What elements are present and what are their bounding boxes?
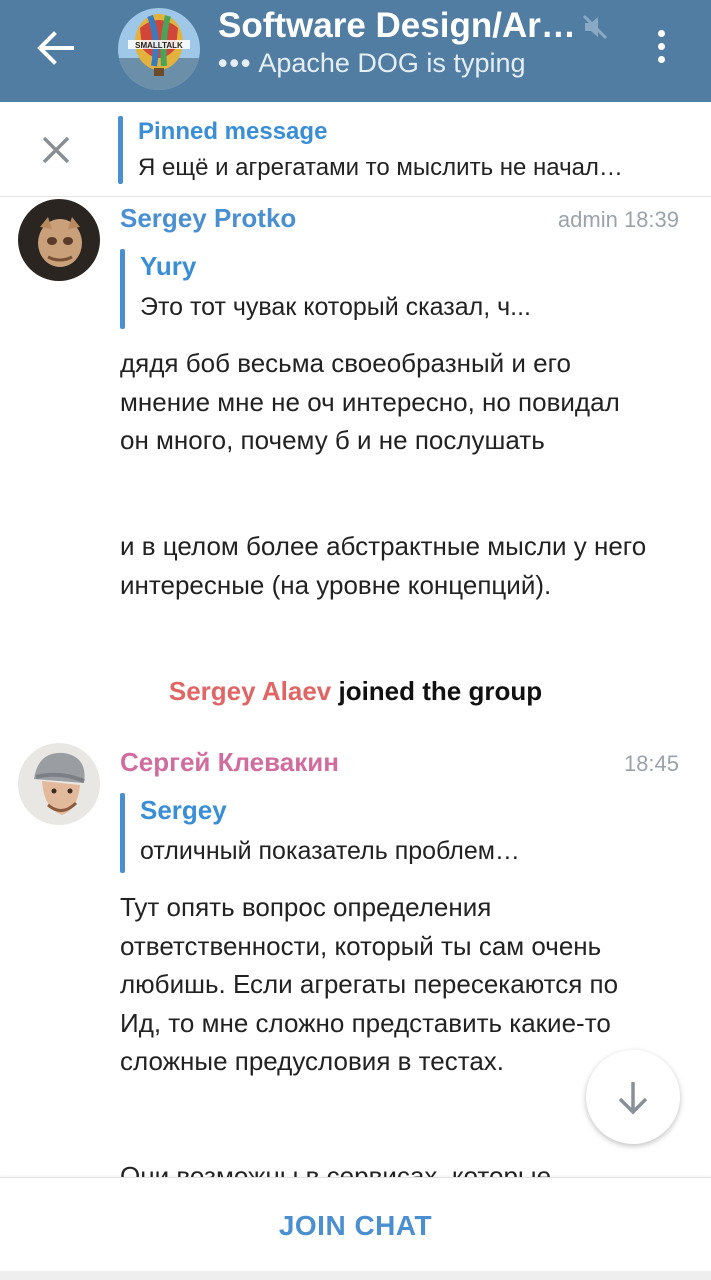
reply-accent-bar [120,249,125,329]
chat-title[interactable]: Software Design/Arc… [218,6,578,46]
joined-user-name[interactable]: Sergey Alaev [169,676,331,706]
typing-dots: ••• [218,48,253,78]
message-meta: 18:45 [623,751,679,776]
chat-header: SMALLTALK Software Design/Arc… ••• Apache… [0,0,711,102]
group-avatar-text: SMALLTALK [135,41,183,50]
reply-text: Это тот чувак который сказал, ч... [140,293,531,321]
mute-icon [580,12,610,42]
more-options-icon[interactable] [644,26,678,66]
arrow-down-icon [618,1082,648,1115]
typing-status: ••• Apache DOG is typing [218,48,526,79]
message-list[interactable]: Sergey Protko admin 18:39 Yury Это тот ч… [0,197,711,1177]
system-nav-strip [0,1271,711,1280]
reply-author: Yury [140,251,197,281]
reply-quote[interactable]: Yury Это тот чувак который сказал, ч... [120,249,660,329]
service-action: joined the group [331,676,543,706]
typing-status-text: Apache DOG is typing [258,48,526,78]
pinned-accent-bar [118,116,123,184]
avatar[interactable] [18,743,100,825]
reply-quote[interactable]: Sergey отличный показатель проблем… [120,793,660,873]
reply-text: отличный показатель проблем… [140,837,520,865]
bottom-bar: JOIN CHAT [0,1177,711,1280]
pinned-text: Я ещё и агрегатами то мыслить не начал… [138,154,623,181]
message-sender[interactable]: Sergey Protko [120,203,296,234]
reply-author: Sergey [140,795,227,825]
message-text: Они возможны в сервисах, которые [120,1161,552,1177]
pinned-message-bar[interactable]: Pinned message Я ещё и агрегатами то мыс… [0,102,711,197]
message-text: и в целом более абстрактные мысли у него… [120,531,647,600]
message-sender[interactable]: Сергей Клевакин [120,747,339,778]
reply-accent-bar [120,793,125,873]
message-text: Тут опять вопрос определения ответственн… [120,892,619,1076]
group-avatar[interactable]: SMALLTALK [118,8,200,90]
service-message: Sergey Alaev joined the group [0,676,711,707]
scroll-down-button[interactable] [586,1050,680,1144]
back-arrow-icon[interactable] [30,22,82,74]
join-chat-button[interactable]: JOIN CHAT [0,1178,711,1274]
avatar[interactable] [18,199,100,281]
close-icon[interactable] [36,130,76,170]
pinned-title: Pinned message [138,118,328,145]
message-meta: admin 18:39 [557,207,679,232]
message-text: дядя боб весьма своеобразный и его мнени… [120,348,620,455]
